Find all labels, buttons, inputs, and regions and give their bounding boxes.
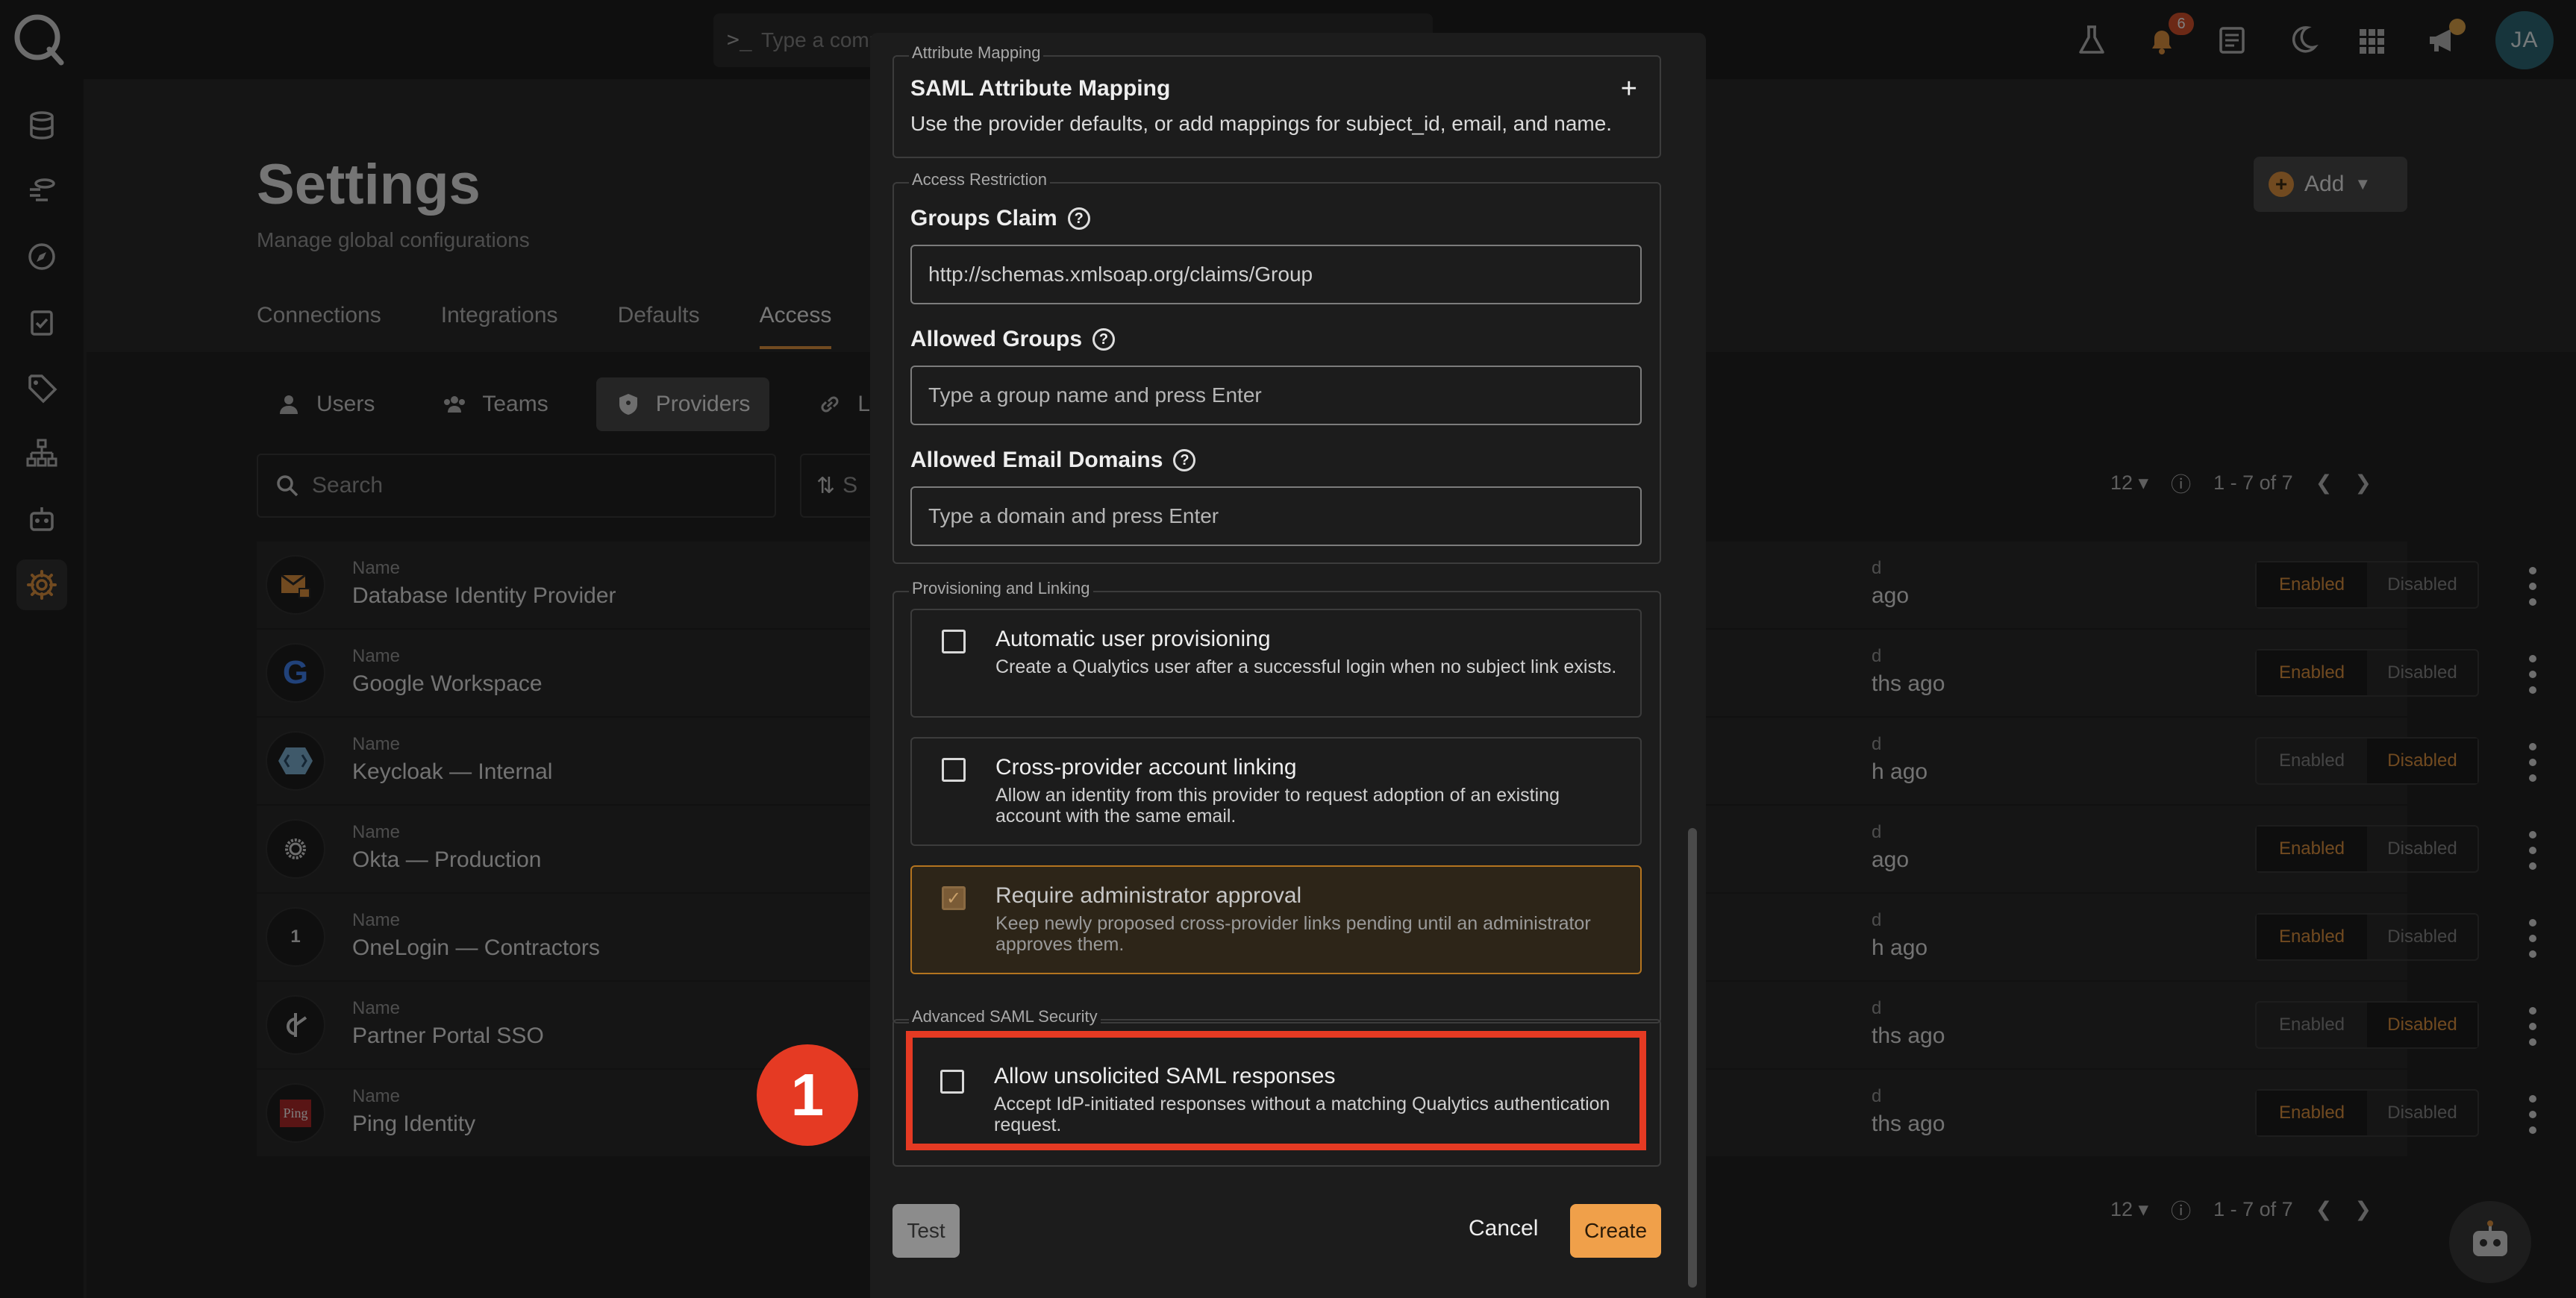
- create-provider-dialog: Attribute Mapping SAML Attribute Mapping…: [870, 33, 1706, 1298]
- dialog-scrollbar-thumb[interactable]: [1688, 828, 1697, 1288]
- checkmark-icon: ✓: [945, 888, 962, 909]
- attribute-mapping-section: Attribute Mapping SAML Attribute Mapping…: [892, 43, 1661, 158]
- allowed-domains-label-text: Allowed Email Domains: [910, 448, 1163, 472]
- option-description: Allow an identity from this provider to …: [995, 785, 1560, 827]
- section-legend: Access Restriction: [909, 170, 1050, 189]
- test-button[interactable]: Test: [892, 1204, 960, 1258]
- auto-provisioning-option[interactable]: Automatic user provisioning Create a Qua…: [910, 609, 1642, 718]
- provisioning-section: Provisioning and Linking Automatic user …: [892, 579, 1661, 1023]
- groups-claim-input[interactable]: http://schemas.xmlsoap.org/claims/Group: [910, 245, 1642, 304]
- advanced-saml-section: Advanced SAML Security Allow unsolicited…: [892, 1007, 1661, 1167]
- groups-claim-label-text: Groups Claim: [910, 206, 1057, 231]
- add-mapping-icon[interactable]: +: [1621, 73, 1637, 105]
- allowed-groups-label: Allowed Groups ?: [910, 327, 1116, 352]
- section-legend: Provisioning and Linking: [909, 579, 1093, 598]
- allowed-groups-input[interactable]: Type a group name and press Enter: [910, 366, 1642, 425]
- allowed-groups-label-text: Allowed Groups: [910, 327, 1083, 351]
- section-legend: Advanced SAML Security: [909, 1007, 1101, 1026]
- option-description: Keep newly proposed cross-provider links…: [995, 913, 1591, 955]
- create-button[interactable]: Create: [1570, 1204, 1661, 1258]
- allowed-domains-input[interactable]: Type a domain and press Enter: [910, 486, 1642, 546]
- step-number-badge: 1: [757, 1044, 858, 1146]
- auto-provisioning-checkbox[interactable]: [942, 630, 966, 653]
- allowed-domains-label: Allowed Email Domains ?: [910, 448, 1196, 473]
- option-description: Create a Qualytics user after a successf…: [995, 656, 1617, 677]
- help-icon[interactable]: ?: [1067, 207, 1090, 230]
- attribute-mapping-description: Use the provider defaults, or add mappin…: [910, 112, 1613, 135]
- help-icon[interactable]: ?: [1173, 449, 1196, 471]
- section-legend: Attribute Mapping: [909, 43, 1044, 63]
- option-title: Require administrator approval: [995, 883, 1302, 908]
- account-linking-option[interactable]: Cross-provider account linking Allow an …: [910, 737, 1642, 846]
- attribute-mapping-title: SAML Attribute Mapping: [910, 76, 1171, 101]
- groups-claim-label: Groups Claim ?: [910, 206, 1090, 231]
- admin-approval-option[interactable]: ✓ Require administrator approval Keep ne…: [910, 865, 1642, 974]
- cancel-button[interactable]: Cancel: [1469, 1216, 1538, 1241]
- help-icon[interactable]: ?: [1092, 328, 1116, 351]
- access-restriction-section: Access Restriction Groups Claim ? http:/…: [892, 170, 1661, 564]
- account-linking-checkbox[interactable]: [942, 758, 966, 782]
- option-title: Cross-provider account linking: [995, 755, 1297, 780]
- option-title: Automatic user provisioning: [995, 627, 1271, 651]
- dialog-footer: Test Cancel Create: [892, 1203, 1661, 1259]
- highlight-box: [906, 1031, 1646, 1150]
- admin-approval-checkbox[interactable]: ✓: [942, 886, 966, 910]
